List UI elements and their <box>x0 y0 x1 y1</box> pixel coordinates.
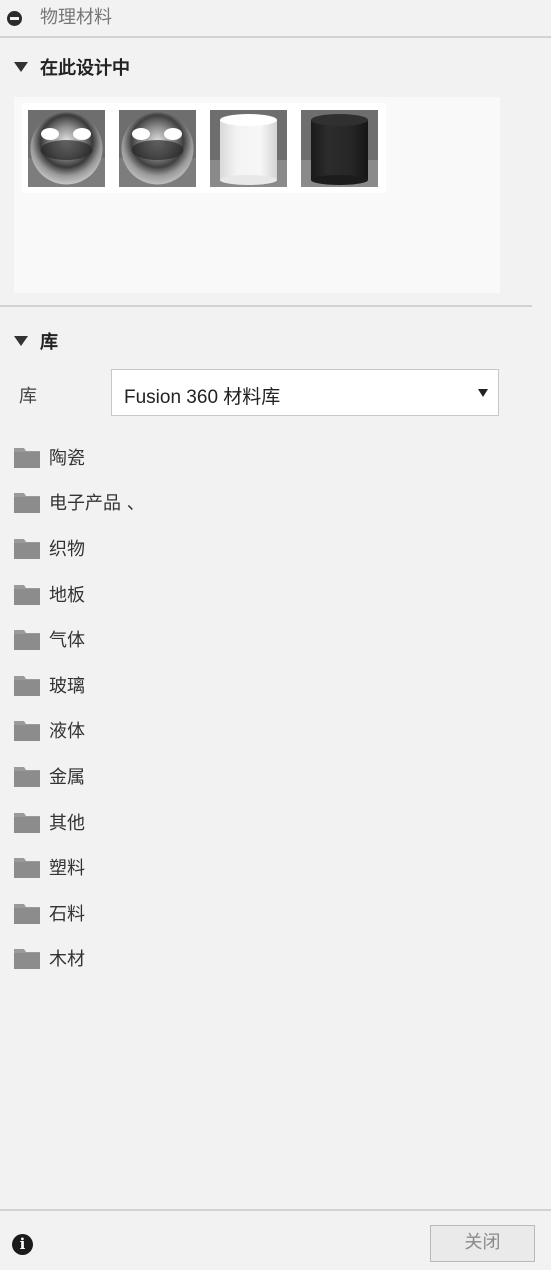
folder-item-other[interactable]: 其他 <box>13 799 313 845</box>
panel-footer: i 关闭 <box>0 1209 551 1270</box>
folder-item-liquid[interactable]: 液体 <box>13 708 313 754</box>
library-label: 库 <box>19 386 37 407</box>
folder-item-metal[interactable]: 金属 <box>13 753 313 799</box>
chrome-sphere-swatch-icon[interactable] <box>119 109 196 187</box>
folder-icon <box>13 901 41 925</box>
section-library-toggle[interactable]: 库 <box>14 329 58 353</box>
folder-icon <box>13 855 41 879</box>
section-in-this-design-toggle[interactable]: 在此设计中 <box>14 55 130 79</box>
white-cylinder-swatch-icon[interactable] <box>210 109 287 187</box>
section-divider <box>0 305 532 307</box>
chrome-sphere-swatch-icon[interactable] <box>28 109 105 187</box>
folder-label: 金属 <box>49 766 85 788</box>
folder-icon <box>13 627 41 651</box>
folder-item-flooring[interactable]: 地板 <box>13 571 313 617</box>
dropdown-arrow-icon <box>478 389 488 397</box>
panel-header: 物理材料 <box>0 0 551 38</box>
triangle-down-icon <box>14 336 28 346</box>
folder-item-ceramic[interactable]: 陶瓷 <box>13 434 313 480</box>
folder-label: 电子产品 、 <box>49 493 145 515</box>
folder-label: 玻璃 <box>49 675 85 697</box>
info-icon[interactable]: i <box>12 1234 33 1255</box>
material-swatch-list <box>22 103 386 193</box>
folder-label: 液体 <box>49 721 85 743</box>
triangle-down-icon <box>14 62 28 72</box>
folder-icon <box>13 536 41 560</box>
folder-item-fabric[interactable]: 织物 <box>13 525 313 571</box>
folder-label: 陶瓷 <box>49 447 85 469</box>
design-materials-area <box>14 97 500 293</box>
folder-icon <box>13 764 41 788</box>
folder-icon <box>13 946 41 970</box>
section-in-this-design-title: 在此设计中 <box>40 58 130 79</box>
black-cylinder-swatch-icon[interactable] <box>301 109 378 187</box>
folder-item-plastic[interactable]: 塑料 <box>13 844 313 890</box>
folder-icon <box>13 673 41 697</box>
folder-icon <box>13 810 41 834</box>
folder-item-wood[interactable]: 木材 <box>13 936 313 982</box>
collapse-icon[interactable] <box>7 11 22 26</box>
folder-item-gas[interactable]: 气体 <box>13 616 313 662</box>
section-library-title: 库 <box>40 332 58 353</box>
folder-icon <box>13 445 41 469</box>
folder-label: 石料 <box>49 903 85 925</box>
folder-label: 织物 <box>49 538 85 560</box>
folder-icon <box>13 582 41 606</box>
folder-icon <box>13 718 41 742</box>
folder-label: 塑料 <box>49 858 85 880</box>
library-folder-list: 陶瓷 电子产品 、 织物 地板 气体 玻璃 液体 金属 其他 塑料 石料 木材 <box>13 434 313 981</box>
folder-label: 地板 <box>49 584 85 606</box>
panel-title: 物理材料 <box>40 7 112 28</box>
folder-item-electronics[interactable]: 电子产品 、 <box>13 480 313 526</box>
close-button[interactable]: 关闭 <box>430 1225 535 1262</box>
folder-label: 其他 <box>49 812 85 834</box>
folder-label: 木材 <box>49 949 85 971</box>
folder-label: 气体 <box>49 630 85 652</box>
folder-icon <box>13 490 41 514</box>
library-dropdown[interactable]: Fusion 360 材料库 <box>111 369 499 416</box>
folder-item-glass[interactable]: 玻璃 <box>13 662 313 708</box>
library-dropdown-value: Fusion 360 材料库 <box>124 387 281 408</box>
folder-item-stone[interactable]: 石料 <box>13 890 313 936</box>
